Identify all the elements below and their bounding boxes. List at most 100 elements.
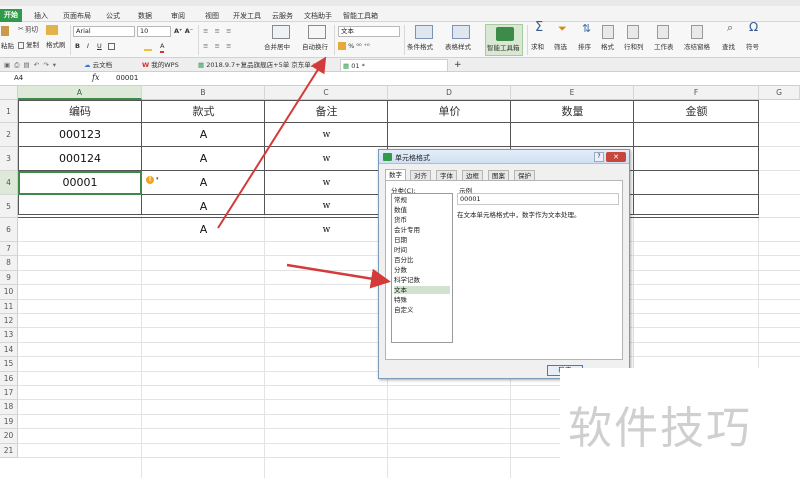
- row-header[interactable]: 21: [0, 443, 18, 458]
- tab-start[interactable]: 开始: [0, 9, 22, 22]
- category-item[interactable]: 会计专用: [394, 226, 450, 234]
- copy-button[interactable]: 复制: [18, 41, 39, 50]
- row-header[interactable]: 3: [0, 147, 18, 171]
- file-tab-1[interactable]: ▦ 2018.9.7+复品旗舰店+5单 京东单.xl: [196, 59, 334, 71]
- sum-button[interactable]: 求和: [531, 43, 544, 52]
- column-header-c[interactable]: C: [265, 86, 388, 100]
- dialog-tab-alignment[interactable]: 对齐: [410, 170, 431, 180]
- smart-toolbox-button[interactable]: 智能工具箱: [485, 24, 523, 56]
- help-button[interactable]: ?: [594, 152, 604, 162]
- font-name-select[interactable]: Arial: [73, 26, 135, 37]
- row-header[interactable]: 13: [0, 328, 18, 343]
- row-header[interactable]: 9: [0, 270, 18, 286]
- worksheet-button[interactable]: 工作表: [654, 43, 674, 52]
- tab-view[interactable]: 视图: [205, 10, 219, 22]
- dialog-tab-number[interactable]: 数字: [385, 169, 406, 180]
- align-left-buttons[interactable]: ≡ ≡ ≡: [203, 42, 233, 51]
- sort-button[interactable]: 排序: [578, 43, 591, 52]
- category-item[interactable]: 日期: [394, 236, 450, 244]
- quick-access-icons[interactable]: ▣ ⎙ ▤ ↶ ↷ ▾: [2, 59, 57, 71]
- category-item[interactable]: 自定义: [394, 306, 450, 314]
- wrap-text-icon[interactable]: [308, 25, 326, 39]
- row-col-button[interactable]: 行和列: [624, 43, 644, 52]
- row-header[interactable]: 6: [0, 218, 18, 242]
- note-cell[interactable]: w: [265, 218, 388, 242]
- dialog-tab-font[interactable]: 字体: [436, 170, 457, 180]
- font-grow-button[interactable]: A⁺ A⁻: [174, 27, 193, 36]
- freeze-button[interactable]: 冻结窗格: [684, 43, 710, 52]
- row-header[interactable]: 5: [0, 195, 18, 218]
- paste-button[interactable]: [1, 26, 9, 36]
- row-header[interactable]: 12: [0, 314, 18, 329]
- row-header[interactable]: 10: [0, 285, 18, 300]
- merge-center-icon[interactable]: [272, 25, 290, 39]
- column-header-g[interactable]: G: [759, 86, 800, 100]
- tab-insert[interactable]: 插入: [34, 10, 48, 22]
- table-style-icon[interactable]: [452, 25, 470, 39]
- row-header[interactable]: 4: [0, 171, 18, 195]
- my-wps-tab[interactable]: W 我的WPS: [140, 59, 179, 71]
- tab-developer[interactable]: 开发工具: [233, 10, 261, 22]
- find-button[interactable]: 查找: [722, 43, 735, 52]
- dialog-tab-border[interactable]: 边框: [462, 170, 483, 180]
- symbol-button[interactable]: 符号: [746, 43, 759, 52]
- conditional-format-icon[interactable]: [415, 25, 433, 39]
- percent-button[interactable]: % ⁰⁰ ⁺⁰: [338, 42, 370, 51]
- row-header[interactable]: 19: [0, 414, 18, 430]
- italic-button[interactable]: I: [87, 42, 89, 51]
- font-color-button[interactable]: A: [160, 42, 165, 53]
- dialog-tab-pattern[interactable]: 图案: [488, 170, 509, 180]
- new-tab-button[interactable]: +: [452, 59, 462, 71]
- filter-icon[interactable]: ⏷: [558, 23, 567, 34]
- category-item[interactable]: 百分比: [394, 256, 450, 264]
- bold-button[interactable]: B: [75, 42, 80, 51]
- category-list[interactable]: 常规 数值 货币 会计专用 日期 时间 百分比 分数 科学记数 文本 特殊 自定义: [391, 193, 453, 343]
- border-button[interactable]: [108, 42, 115, 51]
- column-header-b[interactable]: B: [142, 86, 265, 100]
- symbol-icon[interactable]: Ω: [749, 21, 758, 33]
- style-cell[interactable]: A: [142, 218, 265, 242]
- tab-cloud[interactable]: 云服务: [272, 10, 293, 22]
- selected-cell[interactable]: [18, 171, 142, 195]
- category-item[interactable]: 分数: [394, 266, 450, 274]
- underline-button[interactable]: U: [97, 42, 102, 51]
- formula-input[interactable]: 00001: [116, 74, 138, 82]
- row-header[interactable]: 2: [0, 123, 18, 147]
- fill-color-button[interactable]: [144, 42, 152, 52]
- sort-icon[interactable]: ⇅: [582, 23, 591, 34]
- column-header-e[interactable]: E: [511, 86, 634, 100]
- find-icon[interactable]: ⌕: [727, 22, 733, 33]
- category-item[interactable]: 时间: [394, 246, 450, 254]
- file-tab-2[interactable]: ▦ 01 *: [340, 59, 448, 71]
- format-icon[interactable]: [602, 25, 614, 39]
- category-item[interactable]: 科学记数: [394, 276, 450, 284]
- row-header[interactable]: 1: [0, 100, 18, 123]
- select-all-corner[interactable]: [0, 86, 18, 100]
- tab-doc-helper[interactable]: 文档助手: [304, 10, 332, 22]
- row-header[interactable]: 20: [0, 429, 18, 444]
- number-format-select[interactable]: 文本: [338, 26, 400, 37]
- row-header[interactable]: 14: [0, 342, 18, 358]
- row-header[interactable]: 8: [0, 256, 18, 271]
- freeze-icon[interactable]: [691, 25, 703, 39]
- category-item[interactable]: 特殊: [394, 296, 450, 304]
- dropdown-arrow-icon[interactable]: ▾: [156, 176, 159, 182]
- category-item[interactable]: 常规: [394, 196, 450, 204]
- warning-icon[interactable]: !: [146, 176, 154, 184]
- sum-icon[interactable]: Σ: [535, 21, 543, 34]
- worksheet-icon[interactable]: [657, 25, 669, 39]
- align-top-buttons[interactable]: ≡ ≡ ≡: [203, 27, 233, 36]
- tab-formulas[interactable]: 公式: [106, 10, 120, 22]
- column-header-f[interactable]: F: [634, 86, 759, 100]
- tab-smart-toolbox[interactable]: 智能工具箱: [343, 10, 378, 22]
- row-col-icon[interactable]: [627, 25, 639, 39]
- close-button[interactable]: ✕: [606, 152, 626, 162]
- cloud-docs-tab[interactable]: ☁ 云文档: [82, 59, 112, 71]
- category-item[interactable]: 货币: [394, 216, 450, 224]
- table-style-button[interactable]: 表格样式: [445, 43, 471, 52]
- column-header-a[interactable]: A: [18, 86, 142, 100]
- row-header[interactable]: 16: [0, 371, 18, 386]
- code-cell[interactable]: [18, 218, 142, 242]
- row-header[interactable]: 7: [0, 242, 18, 257]
- font-size-select[interactable]: 10: [137, 26, 171, 37]
